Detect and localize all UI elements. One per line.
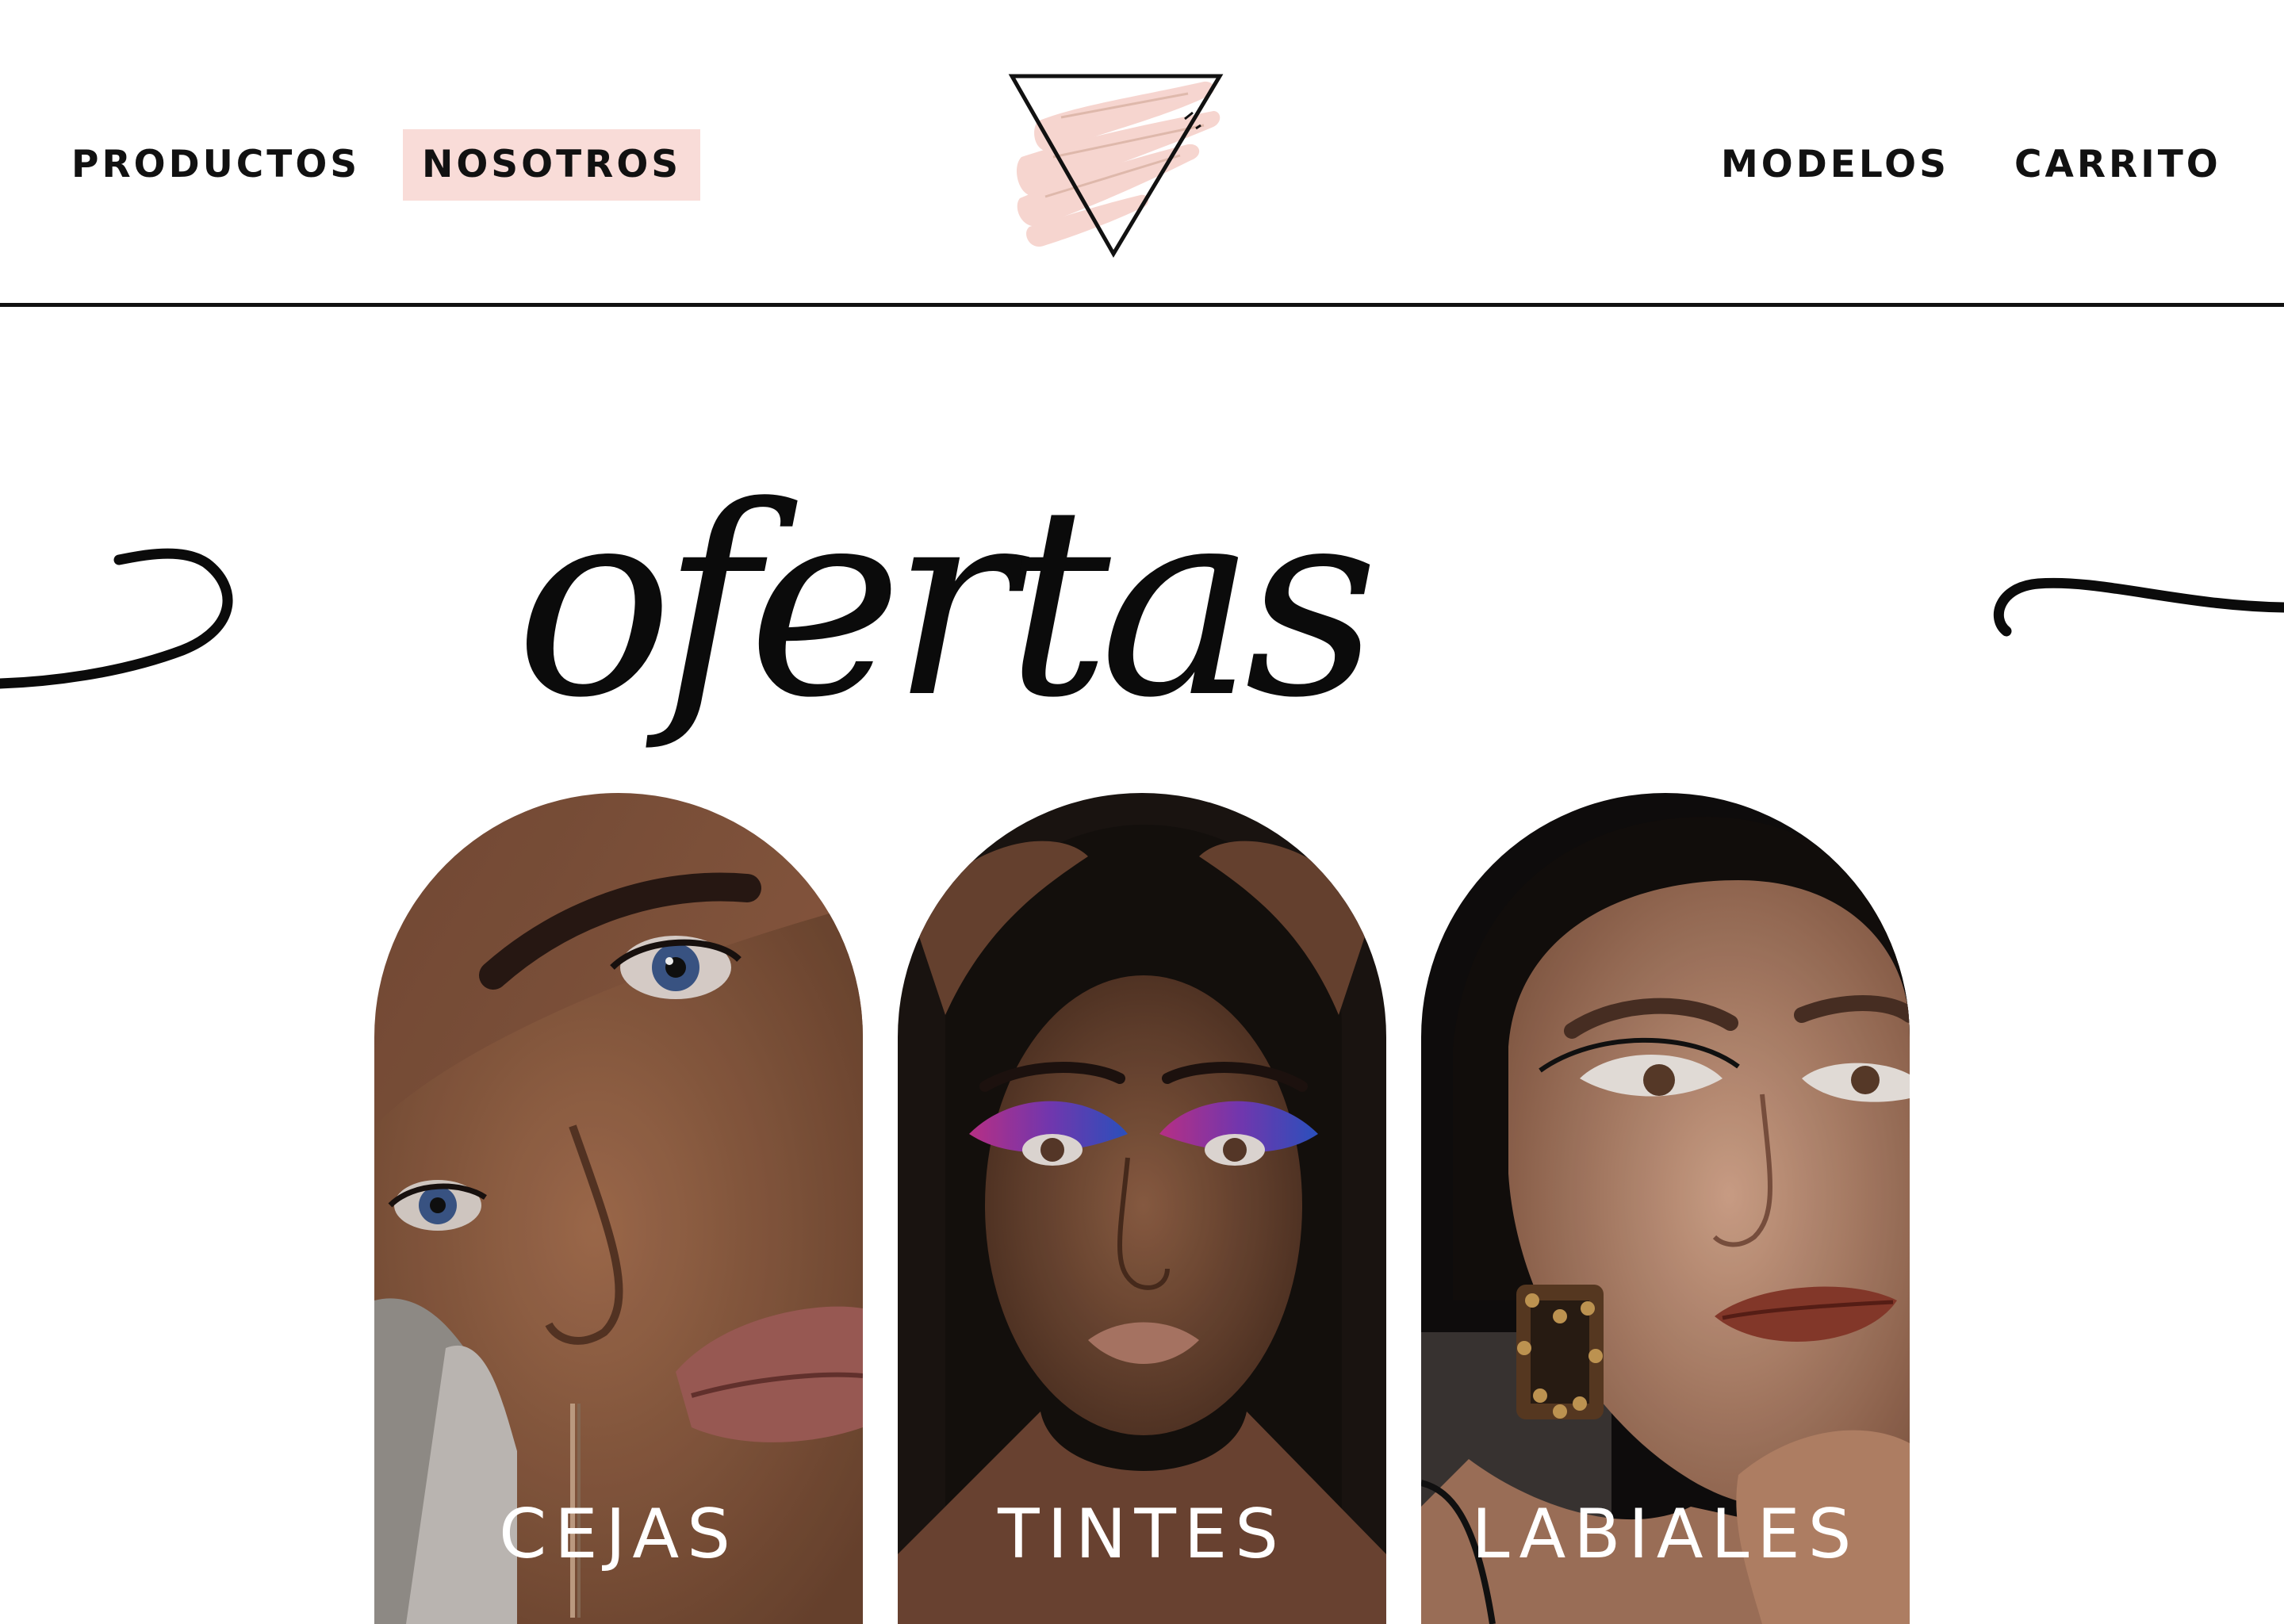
category-card-labiales[interactable]: LABIALES <box>1421 793 1910 1624</box>
nav-productos[interactable]: PRODUCTOS <box>71 136 360 193</box>
nav-carrito[interactable]: CARRITO <box>2014 136 2221 193</box>
category-label-cejas: CEJAS <box>499 1495 738 1574</box>
category-card-tintes[interactable]: TINTES <box>898 793 1386 1624</box>
nav-nosotros[interactable]: NOSOTROS <box>403 129 701 201</box>
swash-right-icon <box>1994 577 2284 637</box>
offers-title: ofertas <box>515 450 1379 755</box>
header-divider <box>0 303 2284 307</box>
category-card-cejas[interactable]: CEJAS <box>374 793 863 1624</box>
nav-modelos[interactable]: MODELOS <box>1721 136 1949 193</box>
page: PRODUCTOS NOSOTROS MODELOS CARRITO ofert… <box>0 0 2284 1624</box>
category-label-labiales: LABIALES <box>1471 1495 1860 1574</box>
logo-icon[interactable] <box>1006 62 1236 260</box>
swash-left-icon <box>0 548 233 689</box>
category-label-tintes: TINTES <box>998 1495 1286 1574</box>
